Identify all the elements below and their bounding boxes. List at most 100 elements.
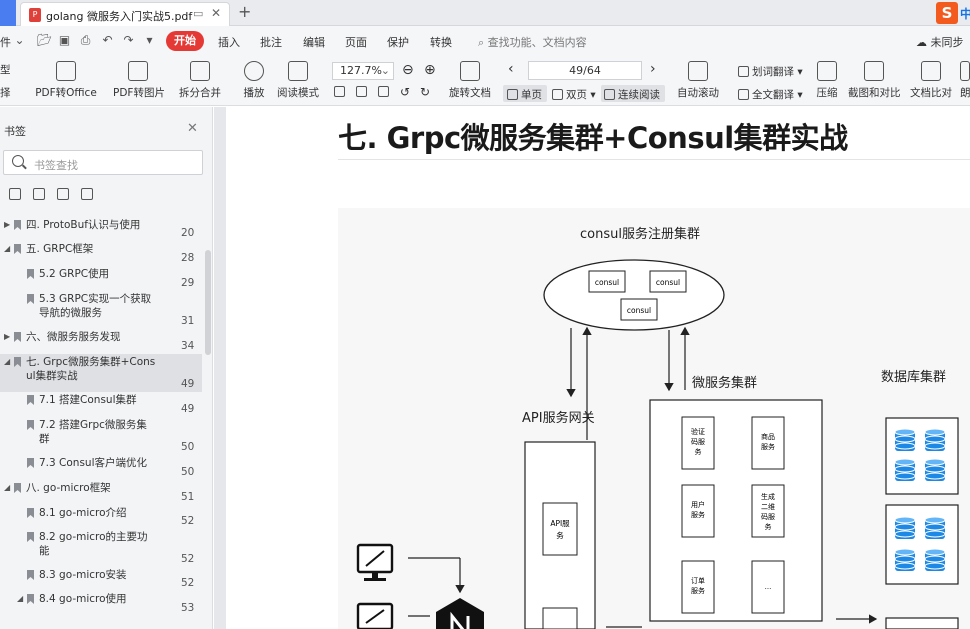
redo-icon[interactable]: ↷ xyxy=(122,34,135,47)
word-translate-button[interactable]: 划词翻译 ▾ xyxy=(738,64,803,79)
collapse-arrow-icon[interactable]: ▶ xyxy=(4,332,10,341)
bookmark-item[interactable]: 5.3 GRPC实现一个获取 导航的微服务 31 xyxy=(0,291,202,329)
bookmark-options-icon[interactable] xyxy=(81,188,93,200)
app-menu-button[interactable] xyxy=(0,0,16,26)
bookmark-scrollbar[interactable] xyxy=(205,250,211,355)
bookmark-item[interactable]: ◢ 七. Grpc微服务集群+Cons ul集群实战 49 xyxy=(0,354,202,392)
expand-all-icon[interactable] xyxy=(9,188,21,200)
collapse-all-icon[interactable] xyxy=(33,188,45,200)
bookmark-icon xyxy=(14,357,21,367)
menu-annotate[interactable]: 批注 xyxy=(260,34,282,50)
bookmark-item[interactable]: 8.3 go-micro安装 52 xyxy=(0,567,202,591)
bookmark-page-number: 52 xyxy=(181,515,195,527)
menu-file[interactable]: 件 xyxy=(0,34,11,50)
prev-page-icon[interactable]: ‹ xyxy=(508,61,514,77)
double-page-label: 双页 xyxy=(566,89,587,101)
menu-start[interactable]: 开始 xyxy=(166,31,204,51)
bookmark-item[interactable]: ▶ 四. ProtoBuf认识与使用 20 xyxy=(0,217,202,241)
bookmark-item[interactable]: ◢ 五. GRPC框架 28 xyxy=(0,241,202,266)
play-icon xyxy=(244,61,264,81)
ime-logo-icon[interactable]: S xyxy=(936,2,958,24)
read-aloud-button[interactable]: 朗 xyxy=(960,61,970,100)
bookmark-page-number: 51 xyxy=(181,491,195,503)
bookmark-item[interactable]: 8.1 go-micro介绍 52 xyxy=(0,505,202,529)
menu-protect[interactable]: 保护 xyxy=(387,34,409,50)
pdf-to-office-icon xyxy=(56,61,76,81)
bookmark-item[interactable]: 7.1 搭建Consul集群 49 xyxy=(0,392,202,417)
auto-scroll-label: 自动滚动 xyxy=(677,87,719,99)
add-bookmark-icon[interactable] xyxy=(57,188,69,200)
undo-icon[interactable]: ↶ xyxy=(101,34,114,47)
tab-close-icon[interactable]: ✕ xyxy=(211,6,221,20)
expand-arrow-icon[interactable]: ◢ xyxy=(4,357,10,366)
next-page-icon[interactable]: › xyxy=(650,61,656,77)
menu-convert[interactable]: 转换 xyxy=(430,34,452,50)
screenshot-compare-label: 截图和对比 xyxy=(848,87,901,99)
menu-edit[interactable]: 编辑 xyxy=(303,34,325,50)
tab-pin-icon[interactable]: ▭ xyxy=(193,7,203,20)
save-icon[interactable]: ▣ xyxy=(58,34,71,47)
screenshot-compare-button[interactable]: 截图和对比 xyxy=(848,61,901,100)
expand-arrow-icon[interactable]: ◢ xyxy=(4,483,10,492)
toolbar: 型 择 PDF转Office PDF转图片 拆分合并 播放 阅读模式 127.7… xyxy=(0,56,970,106)
document-tab[interactable]: P golang 微服务入门实战5.pdf ▭ ✕ xyxy=(20,2,230,26)
bookmark-item[interactable]: ◢ 8.4 go-micro使用 53 xyxy=(0,591,202,616)
quick-access-more-icon[interactable]: ▾ xyxy=(143,34,156,47)
chevron-down-icon[interactable]: ⌄ xyxy=(13,34,26,47)
close-icon[interactable]: ✕ xyxy=(187,121,198,136)
sync-status[interactable]: ☁ 未同步 xyxy=(916,34,964,50)
pdf-to-image-button[interactable]: PDF转图片 xyxy=(113,61,165,100)
toolbar-left-label-top: 型 xyxy=(0,64,11,76)
compress-button[interactable]: 压缩 xyxy=(814,61,840,100)
collapse-arrow-icon[interactable]: ▶ xyxy=(4,220,10,229)
split-merge-button[interactable]: 拆分合并 xyxy=(176,61,224,100)
bookmark-label: 8.1 go-micro介绍 xyxy=(39,506,127,520)
service-qrcode-label-3: 码服 xyxy=(761,513,775,521)
menu-page[interactable]: 页面 xyxy=(345,34,367,50)
menu-bar: 件 ⌄ 📂︎ ▣ ⎙ ↶ ↷ ▾ 开始 插入 批注 编辑 页面 保护 转换 ⌕ … xyxy=(0,26,970,56)
full-translate-button[interactable]: 全文翻译 ▾ xyxy=(738,87,803,102)
page-number-input[interactable]: 49/64 xyxy=(528,61,642,80)
play-button[interactable]: 播放 xyxy=(241,61,267,100)
open-folder-icon[interactable]: 📂︎ xyxy=(37,34,52,47)
expand-arrow-icon[interactable]: ◢ xyxy=(4,244,10,253)
print-icon[interactable]: ⎙ xyxy=(79,34,92,47)
rotate-left-icon[interactable]: ↺ xyxy=(400,85,410,99)
document-compare-button[interactable]: 文档比对 xyxy=(910,61,952,100)
rotate-document-button[interactable]: 旋转文档 xyxy=(448,61,492,100)
ime-mode-indicator[interactable]: 中 xyxy=(960,5,970,22)
bookmark-item[interactable]: 7.2 搭建Grpc微服务集群 50 xyxy=(0,417,202,455)
fit-width-icon[interactable] xyxy=(378,86,392,98)
zoom-select[interactable]: 127.7% ⌄ xyxy=(332,62,394,80)
auto-scroll-button[interactable]: 自动滚动 xyxy=(672,61,724,100)
bookmark-item[interactable]: 5.2 GRPC使用 29 xyxy=(0,266,202,291)
zoom-in-icon[interactable]: ⊕ xyxy=(424,62,436,78)
read-mode-button[interactable]: 阅读模式 xyxy=(277,61,319,100)
bookmark-label-line: 五. GRPC框架 xyxy=(26,243,94,255)
menu-insert[interactable]: 插入 xyxy=(218,34,240,50)
toolbar-left-button[interactable]: 型 择 xyxy=(0,62,11,100)
translate-icon xyxy=(738,66,749,77)
command-search[interactable]: ⌕ 查找功能、文档内容 xyxy=(478,34,587,50)
document-compare-label: 文档比对 xyxy=(910,87,952,99)
fit-page-icon[interactable] xyxy=(356,86,370,98)
actual-size-icon[interactable] xyxy=(334,86,348,98)
new-tab-button[interactable]: + xyxy=(238,2,251,21)
bookmark-page-number: 49 xyxy=(181,403,195,415)
bookmark-item[interactable]: ▶ 六、微服务服务发现 34 xyxy=(0,329,202,354)
expand-arrow-icon[interactable]: ◢ xyxy=(17,594,23,603)
zoom-out-icon[interactable]: ⊖ xyxy=(402,62,414,78)
api-service-label-1: API服 xyxy=(550,519,570,528)
rotate-right-icon[interactable]: ↻ xyxy=(420,85,430,99)
bookmark-label: 四. ProtoBuf认识与使用 xyxy=(26,218,140,232)
bookmark-panel-title: 书签 xyxy=(4,125,26,138)
single-page-icon xyxy=(507,89,518,100)
bookmark-item[interactable]: ◢ 八. go-micro框架 51 xyxy=(0,480,202,505)
bookmark-item[interactable]: 8.2 go-micro的主要功能 52 xyxy=(0,529,202,567)
pdf-to-office-button[interactable]: PDF转Office xyxy=(34,61,98,100)
service-user-label-1: 用户 xyxy=(691,500,705,509)
bookmark-item[interactable]: 7.3 Consul客户端优化 50 xyxy=(0,455,202,480)
double-page-button[interactable]: 双页 ▾ xyxy=(552,87,596,102)
play-label: 播放 xyxy=(243,87,265,99)
bookmark-search-input[interactable]: 书签查找 xyxy=(3,150,203,175)
